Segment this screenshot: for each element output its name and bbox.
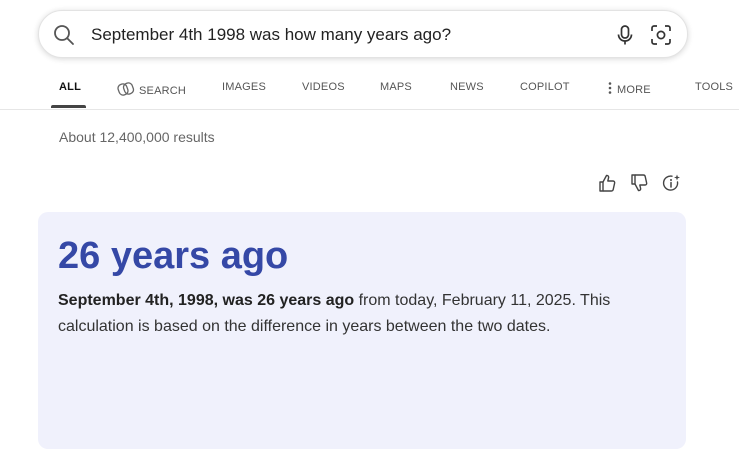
tab-more[interactable]: MORE [607,81,651,98]
answer-text-bold: September 4th, 1998, was 26 years ago [58,292,355,309]
tab-all[interactable]: ALL [59,81,81,93]
more-vertical-icon [607,81,613,98]
search-icon[interactable] [53,24,75,46]
tab-news-label: NEWS [450,81,484,93]
tab-search[interactable]: SEARCH [117,81,186,100]
tab-more-label: MORE [617,83,651,96]
thumbs-up-icon[interactable] [597,173,617,193]
tab-all-label: ALL [59,81,81,93]
tab-videos[interactable]: VIDEOS [302,81,345,93]
tab-search-label: SEARCH [139,84,187,97]
tab-news[interactable]: NEWS [450,81,484,93]
answer-text: September 4th, 1998, was 26 years ago fr… [58,288,618,340]
tab-videos-label: VIDEOS [302,81,345,93]
answer-title: 26 years ago [58,235,289,277]
tab-copilot-label: COPILOT [520,81,570,93]
search-tabs: ALL SEARCH IMAGES VIDEOS MAPS NEWS COPIL… [0,66,739,110]
tab-images-label: IMAGES [222,81,266,93]
tab-tools[interactable]: TOOLS [695,81,733,93]
microphone-icon[interactable] [614,24,636,46]
results-count: About 12,400,000 results [59,129,215,145]
tab-images[interactable]: IMAGES [222,81,266,93]
tab-tools-label: TOOLS [695,81,734,93]
search-box[interactable]: September 4th 1998 was how many years ag… [38,10,688,58]
copilot-search-icon [117,81,135,100]
tab-maps-label: MAPS [380,81,412,93]
tab-copilot[interactable]: COPILOT [520,81,570,93]
info-sparkle-icon[interactable] [662,173,682,193]
tab-maps[interactable]: MAPS [380,81,412,93]
search-input[interactable]: September 4th 1998 was how many years ag… [91,24,451,46]
answer-card: 26 years ago September 4th, 1998, was 26… [38,212,686,449]
thumbs-down-icon[interactable] [629,173,649,193]
visual-search-icon[interactable] [650,24,672,46]
active-tab-indicator [51,105,86,108]
